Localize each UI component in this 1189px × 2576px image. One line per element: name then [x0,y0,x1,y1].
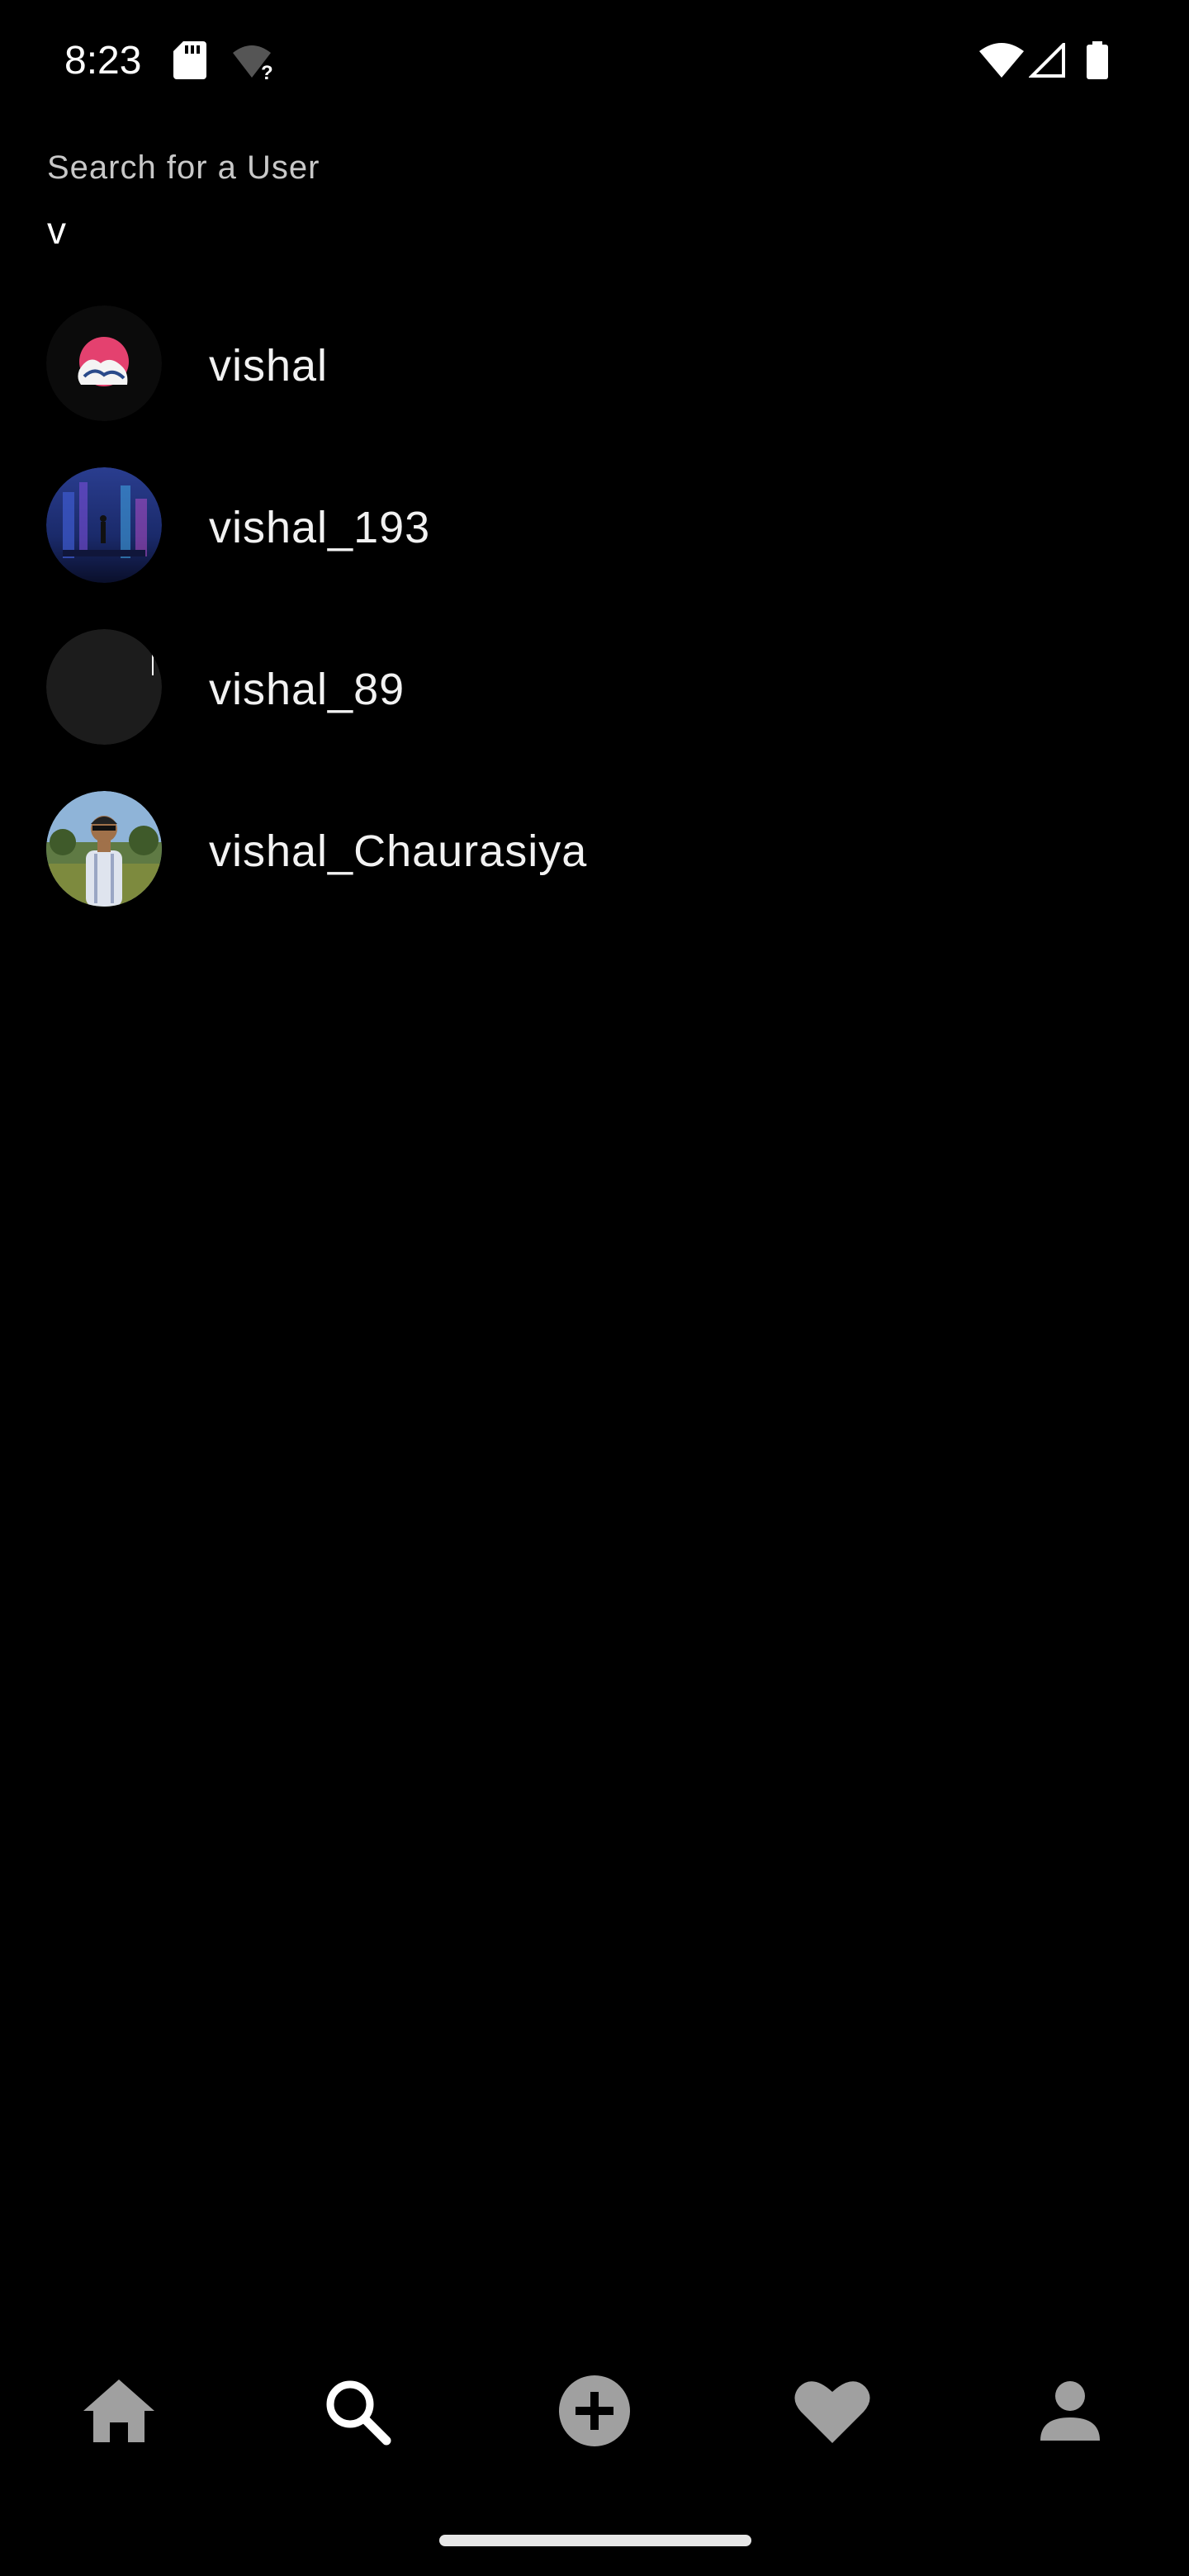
wave-art-avatar [46,305,162,421]
user-result-row[interactable]: vishal [0,305,1189,467]
nav-home[interactable] [69,2361,168,2460]
home-icon [83,2379,154,2442]
add-circle-icon [559,2375,630,2446]
nav-search[interactable] [307,2361,406,2460]
gesture-home-bar[interactable] [439,2535,751,2546]
username: vishal_Chaurasiya [209,826,588,876]
battery-icon [1087,41,1108,79]
bottom-navigation [0,2361,1189,2460]
blank-avatar [46,629,162,745]
username: vishal_89 [209,665,405,714]
nav-activity[interactable] [783,2361,882,2460]
wifi-icon [979,43,1024,78]
search-results-list: vishal vishal_193 vishal_89 vishal_Chaur… [0,305,1189,953]
nav-add-post[interactable] [545,2361,644,2460]
status-time: 8:23 [64,39,142,83]
nav-profile[interactable] [1021,2361,1120,2460]
username: vishal_193 [209,503,431,552]
search-icon [326,2380,391,2446]
user-result-row[interactable]: vishal_193 [0,467,1189,629]
svg-text:?: ? [261,62,273,81]
signal-icon [1029,43,1065,78]
status-bar: 8:23 ? [0,0,1189,124]
photo-person-avatar [46,791,162,907]
user-result-row[interactable]: vishal_89 [0,629,1189,791]
profile-icon [1040,2381,1100,2441]
heart-icon [794,2381,870,2443]
username: vishal [209,341,329,391]
wifi-question-icon: ? [233,45,273,81]
cyberpunk-city-avatar [46,467,162,583]
user-result-row[interactable]: vishal_Chaurasiya [0,791,1189,953]
search-input[interactable] [47,203,1137,258]
sd-card-icon [173,41,206,79]
search-label: Search for a User [47,149,320,186]
